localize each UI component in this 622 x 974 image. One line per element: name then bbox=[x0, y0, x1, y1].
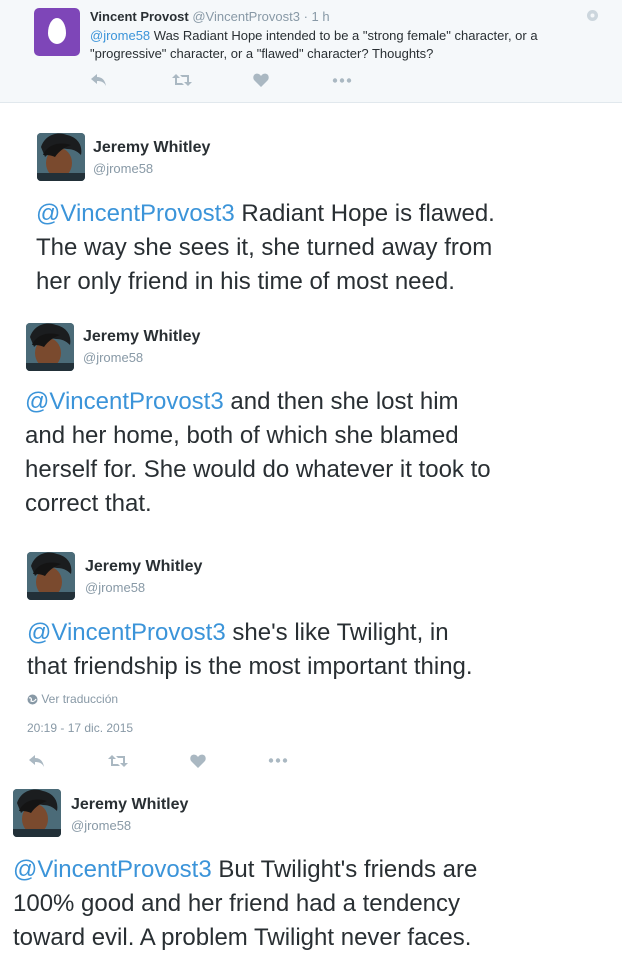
tweet-text-line: 100% good and her friend had a tendency bbox=[13, 890, 461, 917]
like-icon[interactable] bbox=[253, 73, 269, 87]
tweet-text-line: her only friend in his time of most need… bbox=[36, 268, 455, 295]
tweet-text-line: Radiant Hope is flawed. bbox=[234, 200, 495, 227]
tweet-text-line: The way she sees it, she turned away fro… bbox=[36, 234, 493, 261]
tweet-text-line: "progressive" character, or a "flawed" c… bbox=[90, 46, 434, 61]
parent-tweet-text: @jrome58 Was Radiant Hope intended to be… bbox=[90, 27, 538, 63]
translate-link[interactable]: Ver traducción bbox=[27, 692, 118, 706]
tweet-text: @VincentProvost3 and then she lost him a… bbox=[25, 385, 491, 521]
tweet-text-line: toward evil. A problem Twilight never fa… bbox=[13, 924, 472, 951]
retweet-icon[interactable] bbox=[172, 73, 192, 87]
avatar[interactable] bbox=[13, 789, 61, 837]
author-name[interactable]: Jeremy Whitley bbox=[85, 558, 202, 576]
mention-link[interactable]: @VincentProvost3 bbox=[36, 200, 235, 227]
more-icon[interactable] bbox=[268, 758, 288, 763]
author-name-text: Jeremy Whitley bbox=[71, 796, 189, 813]
mention-link[interactable]: @VincentProvost3 bbox=[13, 856, 212, 883]
more-icon[interactable] bbox=[332, 78, 352, 83]
author-handle[interactable]: @VincentProvost3 bbox=[192, 9, 300, 24]
author-handle[interactable]: @jrome58 bbox=[85, 580, 145, 595]
mention-link[interactable]: @VincentProvost3 bbox=[25, 388, 224, 415]
author-handle[interactable]: @jrome58 bbox=[71, 818, 131, 833]
tweet-text-line: and her home, both of which she blamed bbox=[25, 422, 459, 449]
tweet-text-line: But Twilight's friends are bbox=[211, 856, 478, 883]
reply-icon[interactable] bbox=[90, 73, 108, 87]
avatar[interactable] bbox=[27, 552, 75, 600]
default-egg-avatar[interactable] bbox=[34, 8, 80, 56]
author-handle[interactable]: @jrome58 bbox=[93, 161, 153, 176]
author-name-text: Jeremy Whitley bbox=[93, 139, 211, 156]
tweet-text: @VincentProvost3 But Twilight's friends … bbox=[13, 853, 477, 955]
author-handle[interactable]: @jrome58 bbox=[83, 350, 143, 365]
author-name[interactable]: Jeremy Whitley bbox=[83, 328, 200, 346]
tweet-text: @VincentProvost3 she's like Twilight, in… bbox=[27, 616, 473, 684]
tweet-text-line: Was Radiant Hope intended to be a "stron… bbox=[150, 28, 538, 43]
avatar[interactable] bbox=[37, 133, 85, 181]
author-name[interactable]: Jeremy Whitley bbox=[71, 796, 188, 814]
parent-tweet-header: Vincent Provost @VincentProvost3 · 1 h bbox=[90, 9, 330, 24]
parent-tweet: Vincent Provost @VincentProvost3 · 1 h @… bbox=[0, 0, 622, 103]
tweet-text-line: that friendship is the most important th… bbox=[27, 653, 473, 680]
tweet-timestamp[interactable]: 20:19 - 17 dic. 2015 bbox=[27, 721, 133, 735]
author-name[interactable]: Jeremy Whitley bbox=[93, 139, 210, 157]
tweet-time[interactable]: · 1 h bbox=[304, 9, 330, 24]
mention-link[interactable]: @jrome58 bbox=[90, 28, 150, 43]
globe-icon bbox=[27, 694, 38, 705]
mention-link[interactable]: @VincentProvost3 bbox=[27, 619, 226, 646]
like-icon[interactable] bbox=[190, 754, 206, 768]
author-name[interactable]: Vincent Provost bbox=[90, 9, 189, 24]
author-name-text: Jeremy Whitley bbox=[85, 558, 203, 575]
avatar[interactable] bbox=[26, 323, 74, 371]
tweet-text-line: herself for. She would do whatever it to… bbox=[25, 456, 491, 483]
tweet-text: @VincentProvost3 Radiant Hope is flawed.… bbox=[36, 197, 495, 299]
settings-icon[interactable] bbox=[586, 9, 599, 22]
egg-icon bbox=[48, 18, 66, 44]
tweet-text-line: and then she lost him bbox=[223, 388, 459, 415]
reply-icon[interactable] bbox=[28, 754, 46, 768]
author-name-text: Jeremy Whitley bbox=[83, 328, 201, 345]
tweet-text-line: correct that. bbox=[25, 490, 152, 517]
tweet-text-line: she's like Twilight, in bbox=[225, 619, 449, 646]
translate-label: Ver traducción bbox=[41, 692, 119, 706]
retweet-icon[interactable] bbox=[108, 754, 128, 768]
